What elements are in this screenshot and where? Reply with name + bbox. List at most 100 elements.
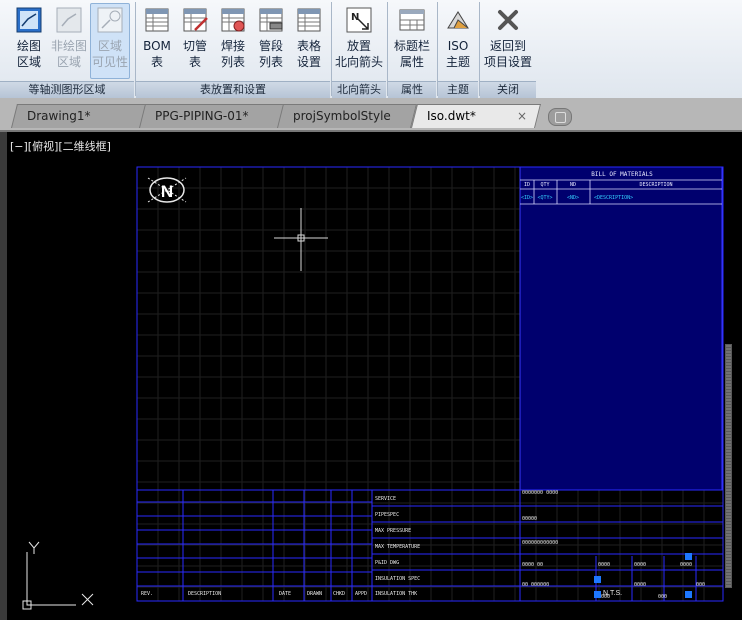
area-visibility-label: 区域 可见性 <box>91 39 128 69</box>
area-visibility-button[interactable]: 区域 可见性 <box>90 3 130 79</box>
tab-label: Drawing1* <box>27 109 91 123</box>
svg-text:N: N <box>351 12 359 23</box>
bom-row-nd: <ND> <box>567 195 579 201</box>
bom-header-description: DESCRIPTION <box>639 182 672 188</box>
bom-row-description: <DESCRIPTION> <box>594 195 633 201</box>
spool-list-label: 管段 列表 <box>258 39 283 69</box>
tab-close-icon[interactable]: × <box>517 105 527 127</box>
revision-headers: REV. DESCRIPTION DATE DRAWN CHKD APPD <box>141 591 367 597</box>
scale-label: N.T.S. <box>603 590 622 597</box>
cut-pipe-table-label: 切管 表 <box>182 39 207 69</box>
placeholder-text: 0000 <box>634 582 646 588</box>
bom-area <box>519 166 723 491</box>
place-north-arrow-button[interactable]: N 放置 北向箭头 <box>334 4 384 78</box>
bom-table-button[interactable]: BOM 表 <box>138 4 176 78</box>
panel-title-table-placement: 表放置和设置 <box>136 81 330 98</box>
panel-title-properties: 属性 <box>388 81 436 98</box>
return-to-project-settings-button[interactable]: 返回到 项目设置 <box>482 4 534 78</box>
bom-table-icon <box>143 6 171 34</box>
field-pipespec: PIPESPEC <box>375 512 399 518</box>
panel-theme: ISO 主题 主题 <box>438 0 478 98</box>
placeholder-text: 000 <box>658 594 667 600</box>
non-draw-area-label: 非绘图 区域 <box>50 39 87 69</box>
spool-list-button[interactable]: 管段 列表 <box>252 4 290 78</box>
title-block-fields: SERVICE PIPESPEC MAX PRESSURE MAX TEMPER… <box>375 496 420 597</box>
cut-pipe-table-button[interactable]: 切管 表 <box>176 4 214 78</box>
non-draw-area-icon <box>55 6 83 34</box>
cut-pipe-table-icon <box>181 6 209 34</box>
tab-projsymbolstyle[interactable]: projSymbolStyle <box>277 104 417 128</box>
table-settings-label: 表格 设置 <box>296 39 321 69</box>
rev-header-drawn: DRAWN <box>307 591 322 597</box>
bom-title: BILL OF MATERIALS <box>591 171 653 178</box>
document-tab-bar: Drawing1* PPG-PIPING-01* projSymbolStyle… <box>0 98 742 132</box>
title-block-properties-button[interactable]: 标题栏 属性 <box>390 4 434 78</box>
crosshair-cursor <box>274 208 328 271</box>
panel-north-arrow: N 放置 北向箭头 北向箭头 <box>332 0 386 98</box>
field-insulation-spec: INSULATION SPEC <box>375 576 420 582</box>
bom-row-qty: <QTY> <box>537 195 552 201</box>
scrollbar-vertical[interactable] <box>725 344 732 588</box>
rev-header-chkd: CHKD <box>333 591 345 597</box>
drawing-svg: BILL OF MATERIALS ID QTY ND DESCRIPTION … <box>22 166 732 610</box>
weld-list-label: 焊接 列表 <box>220 39 245 69</box>
close-x-icon <box>494 6 522 34</box>
title-block-icon <box>398 6 426 34</box>
ribbon: 绘图 区域 非绘图 区域 区域 可见性 等轴测图形区域 BOM 表 切管 表 焊… <box>0 0 742 99</box>
area-visibility-icon <box>96 6 124 34</box>
placeholder-text: 0000 <box>680 562 692 568</box>
placeholder-text: 0000 00 <box>522 562 543 568</box>
tab-drawing1[interactable]: Drawing1* <box>11 104 149 128</box>
tab-label: Iso.dwt* <box>427 109 476 123</box>
placeholder-text: 000 <box>696 582 705 588</box>
north-arrow-symbol: N <box>147 177 187 203</box>
weld-list-icon <box>219 6 247 34</box>
tab-label: PPG-PIPING-01* <box>155 109 249 123</box>
draw-area-button[interactable]: 绘图 区域 <box>10 4 48 78</box>
table-settings-icon <box>295 6 323 34</box>
placeholder-text: 0000000 0000 <box>522 490 558 496</box>
draw-area-label: 绘图 区域 <box>16 39 41 69</box>
iso-theme-label: ISO 主题 <box>445 39 470 69</box>
field-max-temperature: MAX TEMPERATURE <box>375 544 420 550</box>
non-draw-area-button[interactable]: 非绘图 区域 <box>50 4 88 78</box>
bom-header-nd: ND <box>570 182 576 188</box>
rev-header-rev: REV. <box>141 591 153 597</box>
field-insulation-thk: INSULATION THK <box>375 591 417 597</box>
table-settings-button[interactable]: 表格 设置 <box>290 4 328 78</box>
panel-title-theme: 主题 <box>438 81 478 98</box>
field-max-pressure: MAX PRESSURE <box>375 528 411 534</box>
title-block-properties-label: 标题栏 属性 <box>393 39 430 69</box>
tab-label: projSymbolStyle <box>293 109 391 123</box>
field-pid-dwg: P&ID DWG <box>375 560 399 566</box>
bom-table-label: BOM 表 <box>143 39 171 69</box>
north-letter: N <box>161 182 173 201</box>
panel-isometric-area: 绘图 区域 非绘图 区域 区域 可见性 等轴测图形区域 <box>0 0 134 98</box>
rev-header-date: DATE <box>279 591 291 597</box>
iso-theme-icon <box>444 6 472 34</box>
return-to-project-settings-label: 返回到 项目设置 <box>483 39 532 69</box>
ucs-icon <box>22 541 94 610</box>
spool-list-icon <box>257 6 285 34</box>
panel-properties: 标题栏 属性 属性 <box>388 0 436 98</box>
draw-area-icon <box>15 6 43 34</box>
iso-theme-button[interactable]: ISO 主题 <box>439 4 477 78</box>
placeholder-text: 0000 <box>634 562 646 568</box>
new-tab-button[interactable] <box>548 108 572 126</box>
rev-header-appd: APPD <box>355 591 367 597</box>
weld-list-button[interactable]: 焊接 列表 <box>214 4 252 78</box>
bom-header-id: ID <box>524 182 530 188</box>
panel-title-isometric-area: 等轴测图形区域 <box>0 81 134 98</box>
placeholder-text: 00 000000 <box>522 582 549 588</box>
north-arrow-icon: N <box>345 6 373 34</box>
panel-table-placement: BOM 表 切管 表 焊接 列表 管段 列表 表格 设置 表放置和设置 <box>136 0 330 98</box>
drawing-canvas[interactable]: [−][俯视][二维线框] BILL OF MATERIALS ID QTY N… <box>0 132 742 620</box>
tab-iso-dwt[interactable]: Iso.dwt* × <box>411 104 541 128</box>
placeholder-text: 000000000000 <box>522 540 558 546</box>
tab-ppg-piping-01[interactable]: PPG-PIPING-01* <box>139 104 285 128</box>
panel-title-north-arrow: 北向箭头 <box>332 81 386 98</box>
panel-title-close: 关闭 <box>480 81 536 98</box>
bom-header-qty: QTY <box>540 182 549 188</box>
rev-header-description: DESCRIPTION <box>188 591 221 597</box>
placeholder-text: 0000 <box>598 562 610 568</box>
